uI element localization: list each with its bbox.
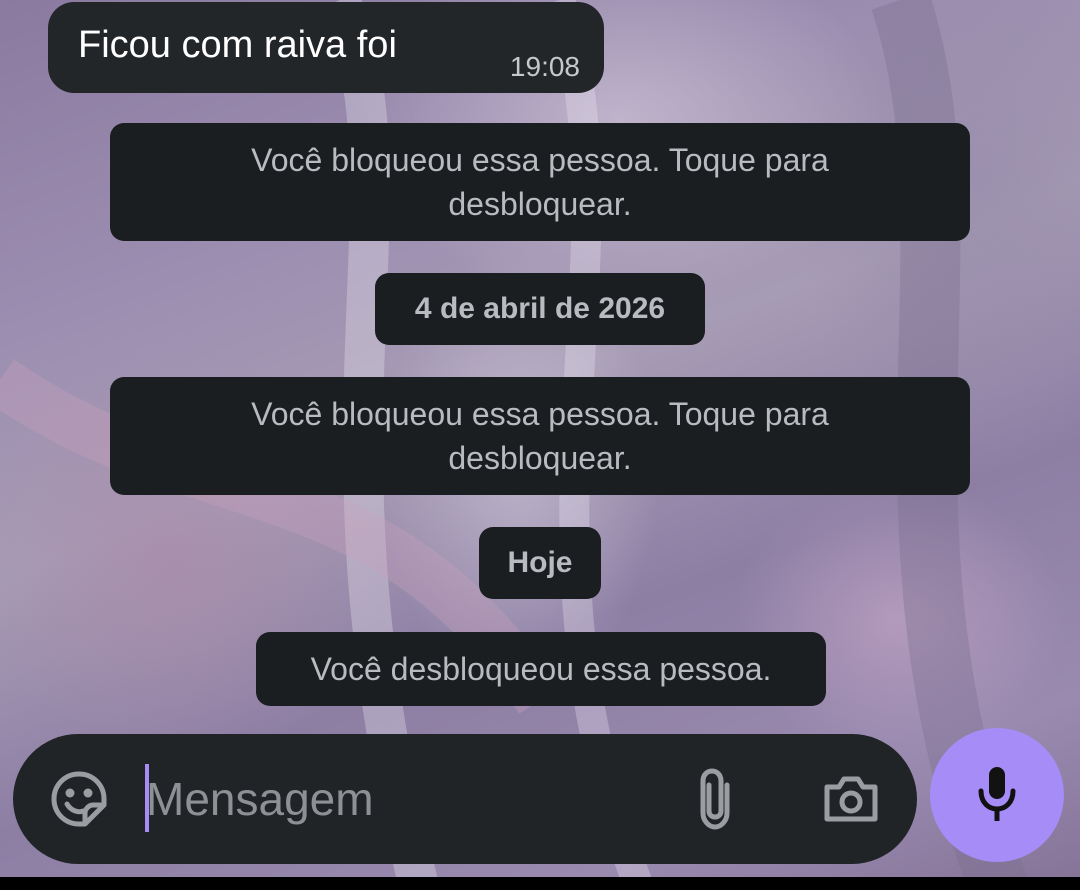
microphone-button[interactable] xyxy=(930,728,1064,862)
date-divider: 4 de abril de 2026 xyxy=(375,273,705,345)
message-timestamp: 19:08 xyxy=(509,51,580,82)
today-divider-label: Hoje xyxy=(507,546,573,579)
incoming-message-bubble[interactable]: Ficou com raiva foi 19:08 xyxy=(48,2,604,93)
system-message-text: Você bloqueou essa pessoa. Toque para de… xyxy=(251,142,829,222)
camera-icon[interactable] xyxy=(819,767,883,831)
microphone-icon xyxy=(978,767,1016,821)
message-input[interactable] xyxy=(146,762,666,836)
system-message-text: Você desbloqueou essa pessoa. xyxy=(310,651,772,687)
paperclip-icon[interactable] xyxy=(683,767,747,831)
sticker-emoji-icon[interactable] xyxy=(47,767,111,831)
system-message-text: Você bloqueou essa pessoa. Toque para de… xyxy=(251,396,829,476)
system-message-blocked[interactable]: Você bloqueou essa pessoa. Toque para de… xyxy=(110,377,970,495)
today-divider: Hoje xyxy=(479,527,601,599)
system-message-blocked[interactable]: Você bloqueou essa pessoa. Toque para de… xyxy=(110,123,970,241)
navigation-bar xyxy=(0,877,1080,890)
text-cursor xyxy=(145,764,149,832)
system-message-unblocked: Você desbloqueou essa pessoa. xyxy=(256,632,826,706)
date-divider-label: 4 de abril de 2026 xyxy=(414,292,666,325)
message-text: Ficou com raiva foi xyxy=(78,24,397,66)
